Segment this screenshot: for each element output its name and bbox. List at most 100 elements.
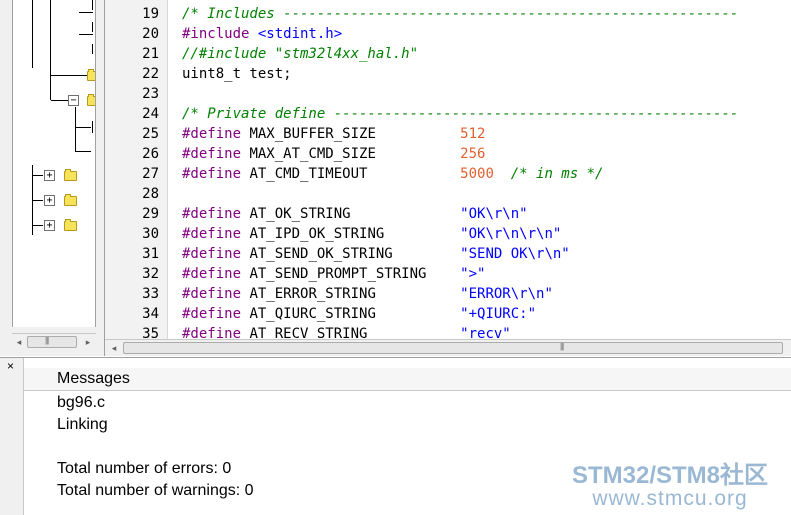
tree-line bbox=[92, 44, 93, 54]
line-number: 26 bbox=[142, 146, 159, 162]
line-number-gutter: 19 20 21 22 23 24 25 26 27 28 29 30 31 32 33 34 35 bbox=[105, 0, 168, 342]
scroll-left-icon[interactable]: ◂ bbox=[108, 342, 120, 354]
line-number: 34 bbox=[142, 306, 159, 322]
collapse-icon[interactable]: − bbox=[68, 95, 79, 106]
tree-line bbox=[75, 107, 76, 151]
folder-icon bbox=[64, 194, 77, 206]
code-token: /* Includes ----------------------------… bbox=[182, 6, 739, 22]
editor-horizontal-scrollbar[interactable]: ◂ ||| bbox=[105, 339, 791, 356]
code-line[interactable]: #define AT_CMD_TIMEOUT 5000 /* in ms */ bbox=[182, 164, 603, 184]
code-line[interactable]: #include <stdint.h> bbox=[182, 24, 342, 44]
scrollbar-thumb[interactable] bbox=[123, 342, 783, 354]
code-line[interactable]: #define AT_QIURC_STRING "+QIURC:" bbox=[182, 304, 536, 324]
line-number: 29 bbox=[142, 206, 159, 222]
expand-icon[interactable]: + bbox=[44, 195, 55, 206]
code-token: 512 bbox=[460, 126, 486, 142]
code-token: AT_IPD_OK_STRING bbox=[249, 226, 461, 242]
messages-column-header[interactable]: Messages bbox=[24, 368, 791, 391]
close-icon[interactable]: × bbox=[7, 360, 14, 372]
code-token: "OK\r\n\r\n" bbox=[460, 226, 562, 242]
code-token: <stdint.h> bbox=[257, 26, 343, 42]
line-number: 28 bbox=[142, 186, 159, 202]
tree-line bbox=[75, 127, 91, 128]
tree-line bbox=[92, 121, 93, 133]
code-line[interactable]: #define MAX_AT_CMD_SIZE 256 bbox=[182, 144, 485, 164]
line-number: 30 bbox=[142, 226, 159, 242]
code-token: AT_OK_STRING bbox=[249, 206, 461, 222]
code-line[interactable]: #define AT_IPD_OK_STRING "OK\r\n\r\n" bbox=[182, 224, 561, 244]
tree-line bbox=[51, 75, 87, 76]
expand-icon[interactable]: + bbox=[44, 220, 55, 231]
message-line[interactable]: Linking bbox=[57, 416, 108, 434]
line-number: 27 bbox=[142, 166, 159, 182]
watermark: STM32/STM8社区 www.stmcu.org bbox=[552, 455, 788, 511]
code-token: #define bbox=[182, 126, 250, 142]
code-line[interactable]: /* Includes ----------------------------… bbox=[182, 4, 738, 24]
line-number: 22 bbox=[142, 66, 159, 82]
watermark-url: www.stmcu.org bbox=[592, 487, 748, 510]
tree-line bbox=[79, 12, 93, 13]
code-editor[interactable]: 19 20 21 22 23 24 25 26 27 28 29 30 31 32 33 34 35 /* In… bbox=[105, 0, 791, 356]
message-line[interactable]: Total number of errors: 0 bbox=[57, 460, 231, 478]
tree-line bbox=[33, 200, 43, 201]
code-line[interactable]: uint8_t test; bbox=[182, 64, 292, 84]
expand-icon[interactable]: + bbox=[44, 170, 55, 181]
tree-line bbox=[33, 175, 43, 176]
folder-icon bbox=[87, 69, 95, 81]
watermark-title: STM32/STM8社区 bbox=[571, 462, 769, 489]
line-number: 25 bbox=[142, 126, 159, 142]
code-token: #define bbox=[182, 286, 250, 302]
code-token: MAX_BUFFER_SIZE bbox=[249, 126, 461, 142]
code-line[interactable]: #define AT_ERROR_STRING "ERROR\r\n" bbox=[182, 284, 553, 304]
grip-icon: ||| bbox=[45, 336, 49, 345]
scroll-left-icon[interactable]: ◂ bbox=[13, 336, 25, 348]
tree-horizontal-scrollbar[interactable]: ◂ ||| ▸ bbox=[12, 333, 96, 351]
line-number: 33 bbox=[142, 286, 159, 302]
tree-line bbox=[32, 0, 33, 68]
code-line[interactable]: #define AT_OK_STRING "OK\r\n" bbox=[182, 204, 528, 224]
messages-header-label: Messages bbox=[57, 370, 130, 387]
code-token: "+QIURC:" bbox=[460, 306, 537, 322]
code-token: #include bbox=[182, 26, 258, 42]
message-line[interactable]: bg96.c bbox=[57, 394, 105, 412]
code-line[interactable]: //#include "stm32l4xx_hal.h" bbox=[182, 44, 418, 64]
tree-line bbox=[92, 0, 93, 10]
workspace-tree[interactable]: − + + + bbox=[12, 0, 96, 327]
code-line[interactable]: #define AT_SEND_PROMPT_STRING ">" bbox=[182, 264, 485, 284]
tree-line bbox=[75, 151, 91, 152]
line-number: 19 bbox=[142, 6, 159, 22]
grip-icon: ||| bbox=[560, 342, 564, 351]
line-number: 32 bbox=[142, 266, 159, 282]
code-token: "OK\r\n" bbox=[460, 206, 528, 222]
tree-line bbox=[92, 22, 93, 32]
code-token: #define bbox=[182, 226, 250, 242]
code-line[interactable]: #define MAX_BUFFER_SIZE 512 bbox=[182, 124, 485, 144]
code-token: #define bbox=[182, 266, 250, 282]
folder-icon bbox=[64, 169, 77, 181]
code-token: uint8_t test; bbox=[182, 66, 292, 82]
code-line[interactable]: /* Private define ----------------------… bbox=[182, 104, 738, 124]
message-line[interactable]: Total number of warnings: 0 bbox=[57, 482, 254, 500]
line-number: 31 bbox=[142, 246, 159, 262]
code-token: AT_CMD_TIMEOUT bbox=[249, 166, 461, 182]
code-token: AT_QIURC_STRING bbox=[249, 306, 461, 322]
line-number: 24 bbox=[142, 106, 159, 122]
messages-side-bar: × bbox=[0, 358, 24, 515]
code-token: AT_SEND_PROMPT_STRING bbox=[249, 266, 461, 282]
code-token: AT_ERROR_STRING bbox=[249, 286, 461, 302]
scroll-right-icon[interactable]: ▸ bbox=[82, 336, 94, 348]
folder-icon bbox=[87, 94, 95, 106]
code-token: 5000 bbox=[460, 166, 494, 182]
code-token: #define bbox=[182, 246, 250, 262]
tree-line bbox=[79, 34, 93, 35]
code-token: #define bbox=[182, 146, 250, 162]
code-token: #define bbox=[182, 306, 250, 322]
code-token: "SEND OK\r\n" bbox=[460, 246, 570, 262]
tree-line bbox=[50, 0, 51, 100]
code-line[interactable]: #define AT_SEND_OK_STRING "SEND OK\r\n" bbox=[182, 244, 570, 264]
folder-icon bbox=[64, 219, 77, 231]
scrollbar-thumb[interactable] bbox=[27, 336, 77, 348]
code-token: MAX_AT_CMD_SIZE bbox=[249, 146, 461, 162]
code-token: /* in ms */ bbox=[493, 166, 604, 182]
line-number: 21 bbox=[142, 46, 159, 62]
